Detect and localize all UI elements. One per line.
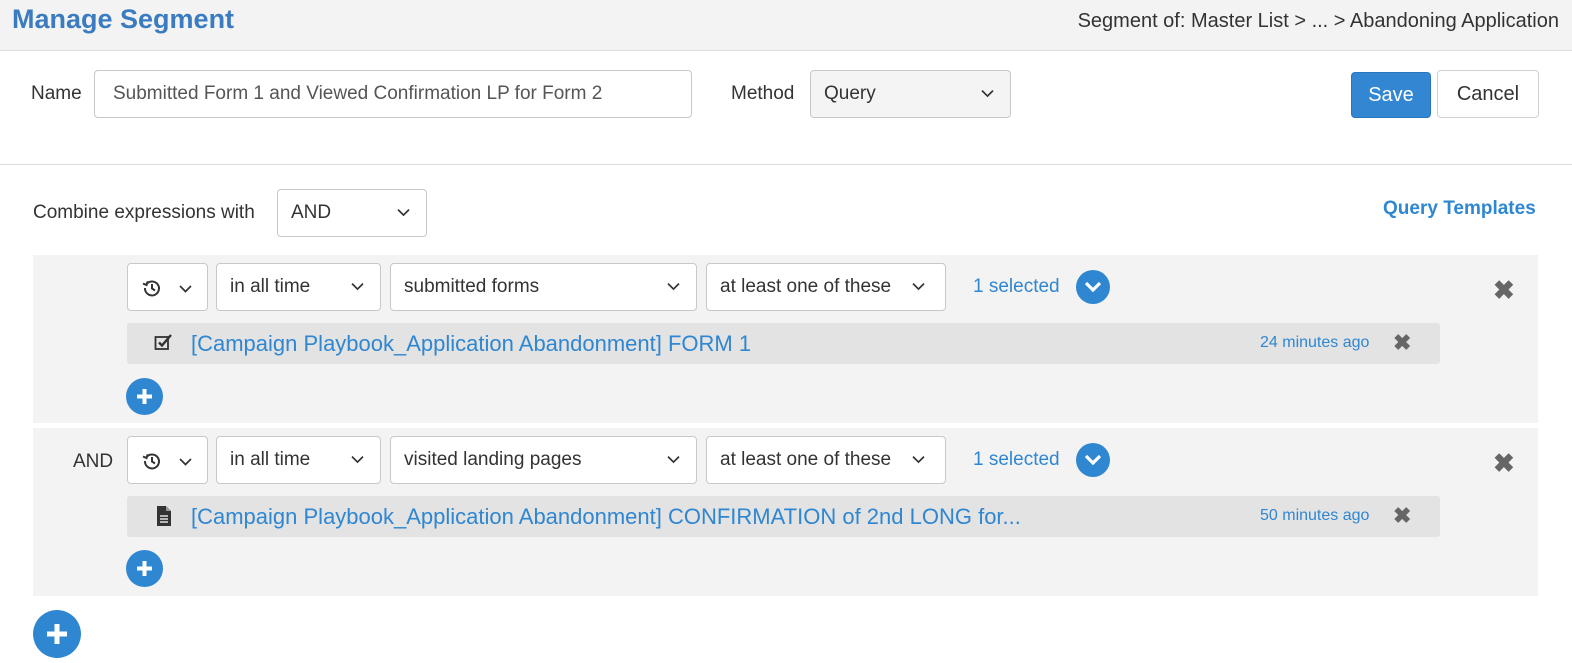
chevron-down-icon [179,285,192,293]
chevron-down-icon [981,89,994,98]
selected-item-link[interactable]: [Campaign Playbook_Application Abandonme… [191,504,1021,530]
method-label: Method [731,83,795,104]
chevron-down-icon [351,455,364,464]
match-select-value: at least one of these [720,449,892,470]
timeframe-select-value: in all time [230,276,311,297]
remove-expression-button[interactable]: ✖ [1493,277,1515,303]
selected-count: 1 selected [973,276,1060,297]
page-title: Manage Segment [12,4,235,34]
chevron-down-icon [351,282,364,291]
chevron-down-icon [912,455,925,464]
method-select-value: Query [824,83,876,104]
plus-icon [137,389,152,404]
activity-select-value: visited landing pages [404,449,582,470]
list-item: [Campaign Playbook_Application Abandonme… [127,496,1440,537]
selected-item-link[interactable]: [Campaign Playbook_Application Abandonme… [191,331,751,357]
expand-selection-button[interactable] [1076,270,1110,304]
plus-icon [137,561,152,576]
checkbox-icon [154,334,172,350]
cancel-button[interactable]: Cancel [1437,70,1539,118]
timeframe-select[interactable]: in all time [216,436,381,484]
chevron-down-icon [179,458,192,466]
combine-label: Combine expressions with [33,202,255,223]
history-icon [142,280,160,297]
selected-count: 1 selected [973,449,1060,470]
query-templates-link[interactable]: Query Templates [1383,198,1536,220]
document-icon [157,506,171,526]
save-button[interactable]: Save [1351,72,1431,118]
chevron-down-icon [667,282,680,291]
name-label: Name [31,83,82,104]
item-timestamp: 50 minutes ago [1260,507,1370,524]
match-select[interactable]: at least one of these [706,263,946,311]
activity-select[interactable]: visited landing pages [390,436,697,484]
remove-expression-button[interactable]: ✖ [1493,450,1515,476]
remove-item-button[interactable]: ✖ [1393,503,1411,529]
timeframe-select[interactable]: in all time [216,263,381,311]
segment-name-input[interactable] [94,70,692,118]
timeframe-select-value: in all time [230,449,311,470]
history-icon [142,453,160,470]
expand-selection-button[interactable] [1076,443,1110,477]
combine-select-value: AND [291,202,332,223]
chevron-down-icon [397,208,410,217]
activity-select[interactable]: submitted forms [390,263,697,311]
add-filter-button[interactable] [126,378,163,415]
chevron-down-icon [667,455,680,464]
chevron-down-icon [1084,281,1102,293]
add-filter-button[interactable] [126,550,163,587]
history-select[interactable] [127,436,208,484]
expression-group: AND in all time visited landing pages at… [33,428,1538,596]
segment-settings-bar: Name Method Query Save Cancel [0,51,1572,165]
match-select-value: at least one of these [720,276,892,297]
expression-operator: AND [73,451,114,472]
match-select[interactable]: at least one of these [706,436,946,484]
remove-item-button[interactable]: ✖ [1393,330,1411,356]
page-header: Manage Segment Segment of: Master List >… [0,0,1572,51]
list-item: [Campaign Playbook_Application Abandonme… [127,323,1440,364]
chevron-down-icon [1084,454,1102,466]
history-select[interactable] [127,263,208,311]
plus-icon [47,624,67,644]
chevron-down-icon [912,282,925,291]
expression-group: in all time submitted forms at least one… [33,255,1538,423]
item-timestamp: 24 minutes ago [1260,334,1370,351]
combine-select[interactable]: AND [277,189,427,237]
method-select[interactable]: Query [810,70,1011,118]
breadcrumb: Segment of: Master List > ... > Abandoni… [1077,10,1559,32]
activity-select-value: submitted forms [404,276,540,297]
add-expression-button[interactable] [33,610,81,658]
